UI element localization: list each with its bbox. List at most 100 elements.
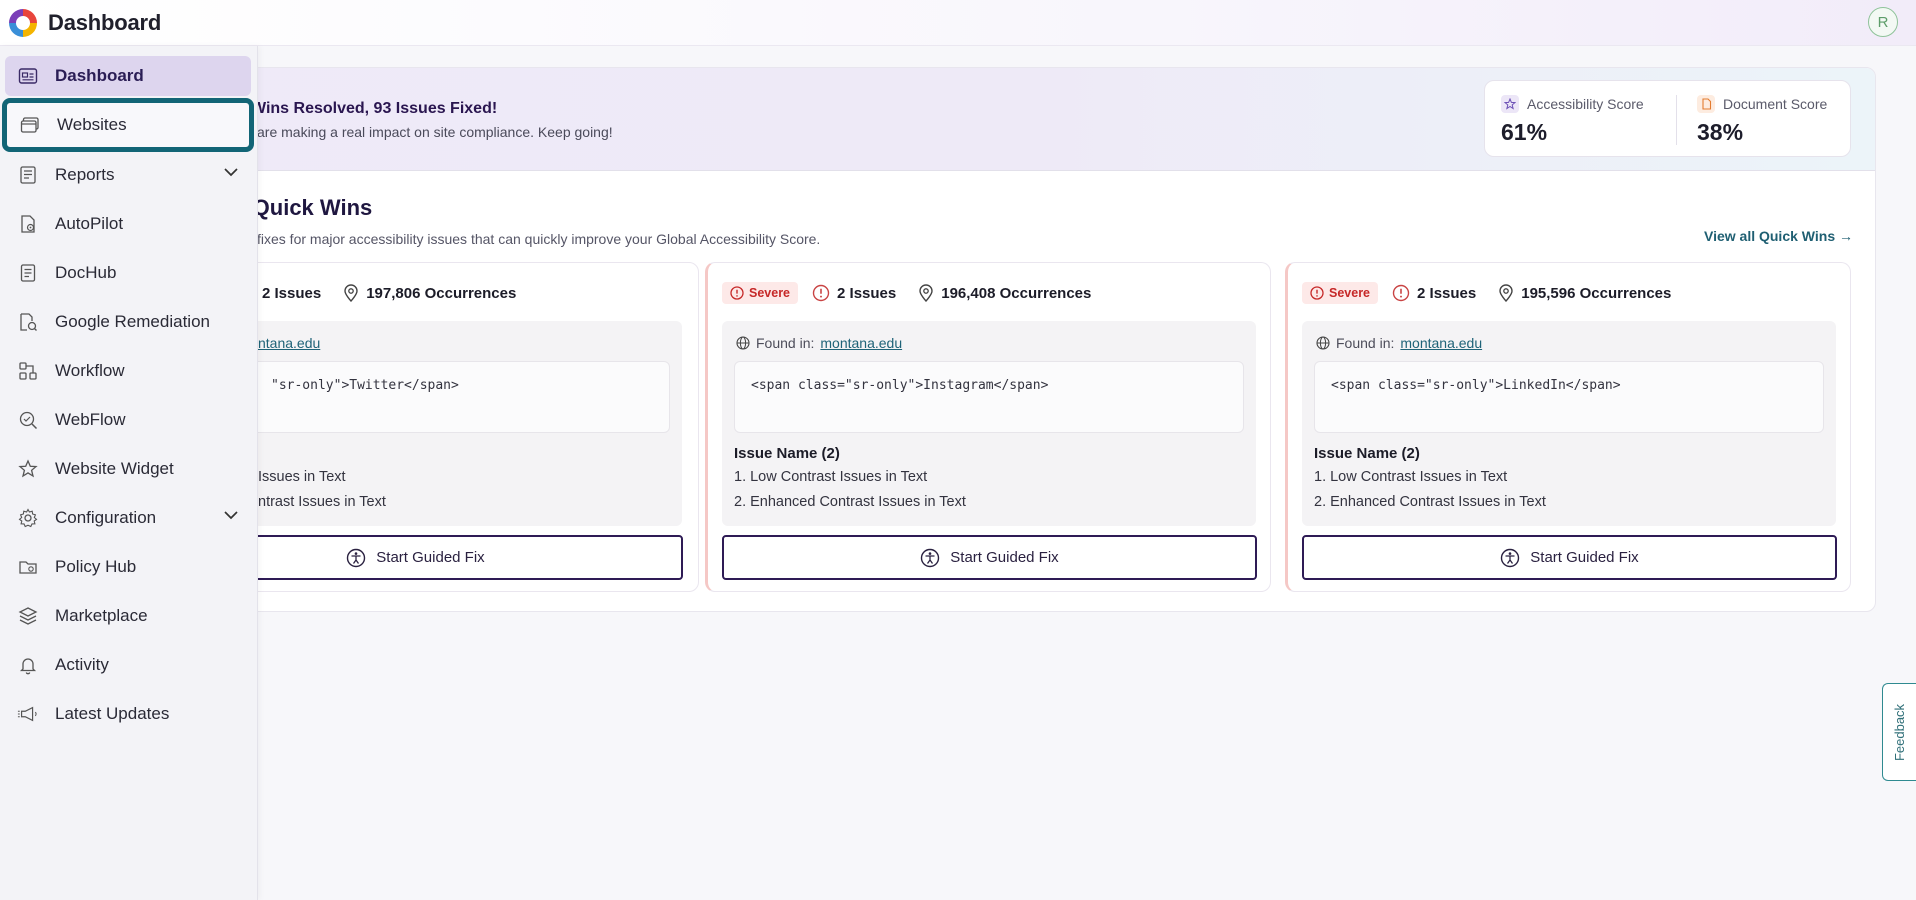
workflow-icon <box>17 360 39 382</box>
accessibility-score-label: Accessibility Score <box>1527 96 1644 112</box>
sidebar-item-website-widget[interactable]: Website Widget <box>5 449 251 489</box>
sidebar-item-label: Activity <box>55 655 109 674</box>
autopilot-icon <box>17 213 39 235</box>
occurrences-count: 195,596 Occurrences <box>1498 284 1671 302</box>
issue-item-1: 1. Low Contrast Issues in Text <box>1314 469 1508 485</box>
sidebar-item-label: Google Remediation <box>55 312 210 331</box>
found-in-link[interactable]: ntana.edu <box>258 335 320 351</box>
found-in-link[interactable]: montana.edu <box>820 335 902 351</box>
sidebar-item-dochub[interactable]: DocHub <box>5 253 251 293</box>
app-logo-icon <box>9 9 37 37</box>
brand[interactable]: Dashboard <box>6 6 161 40</box>
sidebar-item-label: Workflow <box>55 361 125 380</box>
sidebar-item-reports[interactable]: Reports <box>5 155 251 195</box>
sidebar-item-label: WebFlow <box>55 410 126 429</box>
sidebar-item-websites[interactable]: Websites <box>2 98 254 152</box>
section-subtitle: fixes for major accessibility issues tha… <box>257 231 821 247</box>
alert-icon <box>812 284 830 302</box>
google-remediation-icon <box>17 311 39 333</box>
top-header: Dashboard R <box>0 0 1916 46</box>
sidebar-item-label: Marketplace <box>55 606 148 625</box>
chevron-down-icon <box>224 511 238 520</box>
score-divider <box>1676 95 1677 145</box>
found-in: Found in: montana.edu <box>736 335 902 351</box>
severity-badge: Severe <box>1302 282 1379 304</box>
issue-name-heading: Issue Name (2) <box>1314 445 1420 462</box>
document-score-value: 38% <box>1697 119 1744 145</box>
app-title: Dashboard <box>48 10 162 35</box>
document-score-label: Document Score <box>1723 96 1828 112</box>
alert-icon <box>1392 284 1410 302</box>
found-in: Found in: montana.edu <box>1316 335 1482 351</box>
progress-banner: Wins Resolved, 93 Issues Fixed! are maki… <box>1 68 1875 171</box>
sidebar-item-autopilot[interactable]: AutoPilot <box>5 204 251 244</box>
websites-icon <box>19 114 41 136</box>
quick-win-card: Severe 2 Issues 196,408 Occurrences Foun… <box>705 262 1271 592</box>
alert-icon <box>730 286 744 300</box>
document-icon <box>1697 95 1715 113</box>
folder-icon <box>17 556 39 578</box>
sidebar-item-label: DocHub <box>55 263 117 282</box>
issue-item-1: 1. Low Contrast Issues in Text <box>734 469 928 485</box>
star-icon <box>1501 95 1519 113</box>
layers-icon <box>17 605 39 627</box>
webflow-icon <box>17 409 39 431</box>
alert-icon <box>1310 286 1324 300</box>
megaphone-icon <box>17 703 39 725</box>
location-pin-icon <box>919 284 933 302</box>
reports-icon <box>17 164 39 186</box>
gear-icon <box>17 507 39 529</box>
sidebar-item-label: Latest Updates <box>55 704 170 723</box>
chevron-down-icon <box>224 168 238 177</box>
issue-item-1: Issues in Text <box>258 469 346 485</box>
sidebar-item-configuration[interactable]: Configuration <box>5 498 251 538</box>
globe-icon <box>1316 336 1330 350</box>
sidebar-item-label: AutoPilot <box>55 214 124 233</box>
sidebar-item-dashboard[interactable]: Dashboard <box>5 56 251 96</box>
sidebar-item-label: Policy Hub <box>55 557 137 576</box>
code-snippet: <span class="sr-only">LinkedIn</span> <box>1314 361 1824 433</box>
start-guided-fix-button[interactable]: Start Guided Fix <box>722 535 1257 580</box>
issues-count: 2 Issues <box>812 284 896 302</box>
sidebar-item-google-remediation[interactable]: Google Remediation <box>5 302 251 342</box>
issue-item-2: 2. Enhanced Contrast Issues in Text <box>1314 494 1546 510</box>
code-snippet: <span class="sr-only">Instagram</span> <box>734 361 1244 433</box>
issue-item-2: ntrast Issues in Text <box>258 494 386 510</box>
accessibility-icon <box>921 548 940 567</box>
issue-item-2: 2. Enhanced Contrast Issues in Text <box>734 494 966 510</box>
sidebar-item-activity[interactable]: Activity <box>5 645 251 685</box>
sidebar-item-webflow[interactable]: WebFlow <box>5 400 251 440</box>
main-content: Wins Resolved, 93 Issues Fixed! are maki… <box>0 67 1876 612</box>
accessibility-score-value: 61% <box>1501 119 1548 145</box>
feedback-label: Feedback <box>1892 703 1907 761</box>
globe-icon <box>736 336 750 350</box>
dochub-icon <box>17 262 39 284</box>
dashboard-icon <box>17 65 39 87</box>
bell-icon <box>17 654 39 676</box>
sidebar-item-workflow[interactable]: Workflow <box>5 351 251 391</box>
accessibility-icon <box>347 548 366 567</box>
sidebar-item-marketplace[interactable]: Marketplace <box>5 596 251 636</box>
start-guided-fix-button[interactable]: Start Guided Fix <box>1302 535 1837 580</box>
website-widget-icon <box>17 458 39 480</box>
document-score[interactable]: Document Score 38% <box>1697 95 1827 146</box>
issues-count: 2 Issues <box>262 284 322 302</box>
issues-count: 2 Issues <box>1392 284 1476 302</box>
sidebar-item-latest-updates[interactable]: Latest Updates <box>5 694 251 734</box>
issue-details: Found in: montana.edu <span class="sr-on… <box>722 321 1256 526</box>
occurrences-count: 196,408 Occurrences <box>918 284 1091 302</box>
avatar[interactable]: R <box>1868 7 1898 37</box>
banner-subtitle: are making a real impact on site complia… <box>257 124 613 140</box>
sidebar-item-label: Dashboard <box>55 66 144 85</box>
quick-win-card: Severe 2 Issues 195,596 Occurrences Foun… <box>1285 262 1851 592</box>
sidebar-item-policy-hub[interactable]: Policy Hub <box>5 547 251 587</box>
sidebar-item-label: Websites <box>57 115 127 134</box>
location-pin-icon <box>1499 284 1513 302</box>
accessibility-score[interactable]: Accessibility Score 61% <box>1501 95 1644 146</box>
found-in-link[interactable]: montana.edu <box>1400 335 1482 351</box>
issue-name-heading: Issue Name (2) <box>734 445 840 462</box>
location-pin-icon <box>344 284 358 302</box>
feedback-tab[interactable]: Feedback <box>1882 683 1916 781</box>
sidebar-item-label: Website Widget <box>55 459 174 478</box>
view-all-quick-wins-link[interactable]: View all Quick Wins → <box>1704 228 1853 244</box>
